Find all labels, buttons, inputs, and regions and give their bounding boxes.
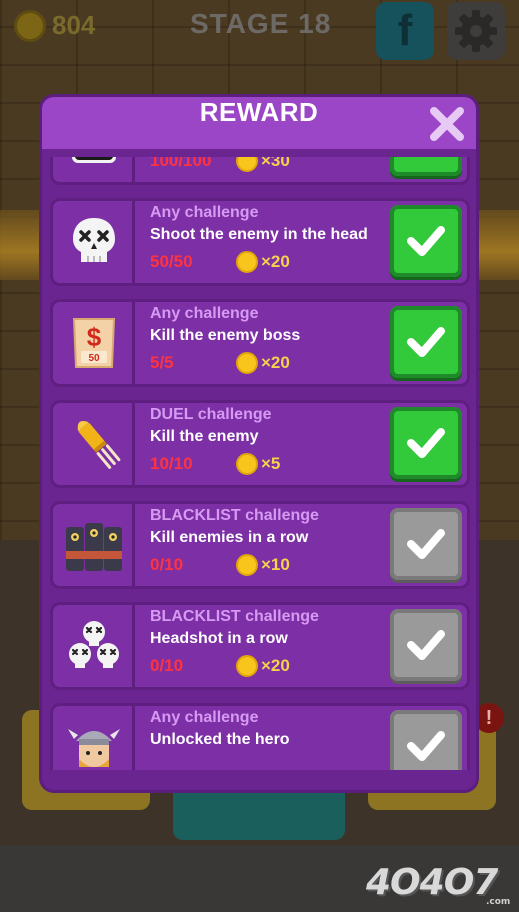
coin-icon <box>14 10 46 42</box>
claim-button[interactable] <box>390 407 462 479</box>
challenge-progress: 0/10 <box>150 555 184 574</box>
challenge-category: Any challenge <box>150 204 259 221</box>
challenge-row: $ 50 Any challenge Kill the enemy boss 5… <box>50 299 470 387</box>
close-button[interactable] <box>428 105 466 143</box>
top-hud: 804 STAGE 18 f <box>0 0 519 60</box>
watermark-logo: 4O4O7 <box>366 862 498 903</box>
coin-icon <box>236 655 258 677</box>
challenge-progress: 10/10 <box>150 454 193 473</box>
challenge-row: BLACKLIST challenge Headshot in a row 0/… <box>50 602 470 690</box>
svg-text:50: 50 <box>88 353 100 364</box>
challenge-reward: ×20 <box>236 655 290 677</box>
challenge-progress: 100/100 <box>150 157 212 170</box>
challenge-task: Kill enemies in a row <box>150 529 309 546</box>
challenge-row: BLACKLIST challenge Kill enemies in a ro… <box>50 501 470 589</box>
checkmark-icon <box>407 226 445 256</box>
challenge-icon-box <box>53 403 135 485</box>
skull-pile-icon <box>69 621 119 668</box>
claim-button[interactable] <box>390 157 462 176</box>
alert-badge: ! <box>474 703 504 733</box>
skull-icon <box>73 218 115 262</box>
masked-enemies-icon <box>66 523 122 571</box>
watermark-domain: .com <box>486 897 511 907</box>
challenge-task: Kill the enemy boss <box>150 327 301 344</box>
reward-amount: ×10 <box>261 555 290 574</box>
challenge-icon-box: $ 50 <box>53 302 135 384</box>
challenge-reward: ×10 <box>236 554 290 576</box>
coin-icon <box>236 554 258 576</box>
claim-button[interactable] <box>390 710 462 770</box>
challenge-category: BLACKLIST challenge <box>150 608 319 625</box>
challenge-progress: 5/5 <box>150 353 174 372</box>
challenge-task: Shoot the enemy in the head <box>150 226 368 243</box>
claim-button[interactable] <box>390 205 462 277</box>
challenge-task: Headshot in a row <box>150 630 288 647</box>
challenge-progress: 0/10 <box>150 656 184 675</box>
coin-icon <box>236 453 258 475</box>
challenge-category: Any challenge <box>150 709 259 726</box>
challenge-icon-box <box>53 504 135 586</box>
reward-amount: ×30 <box>261 157 290 170</box>
checkmark-icon <box>407 630 445 660</box>
challenge-icon-box <box>53 605 135 687</box>
close-icon <box>430 107 464 141</box>
reward-amount: ×20 <box>261 656 290 675</box>
checkmark-icon <box>407 731 445 761</box>
claim-button[interactable] <box>390 306 462 378</box>
reward-amount: ×20 <box>261 353 290 372</box>
challenge-reward: ×20 <box>236 352 290 374</box>
challenge-row: DUEL challenge Kill the enemy 10/10 ×5 <box>50 400 470 488</box>
claim-button[interactable] <box>390 609 462 681</box>
claim-button[interactable] <box>390 508 462 580</box>
challenge-category: Any challenge <box>150 305 259 322</box>
stage-label: STAGE 18 <box>190 8 332 39</box>
coin-icon <box>236 352 258 374</box>
mask-icon <box>72 157 116 163</box>
challenge-row: Any challenge Shoot the enemy in the hea… <box>50 198 470 286</box>
settings-button[interactable] <box>447 2 505 60</box>
challenge-reward: ×30 <box>236 157 290 172</box>
challenge-progress: 50/50 <box>150 252 193 271</box>
viking-hero-icon <box>68 729 120 767</box>
reward-dialog: REWARD 100/100 ×30 Any challenge Shoot t… <box>42 97 476 790</box>
challenge-row: 100/100 ×30 <box>50 157 470 185</box>
challenge-task: Unlocked the hero <box>150 731 290 748</box>
challenge-reward: ×20 <box>236 251 290 273</box>
gear-icon <box>455 10 497 52</box>
challenge-icon-box <box>53 201 135 283</box>
svg-text:$: $ <box>87 322 102 352</box>
challenge-category: BLACKLIST challenge <box>150 507 319 524</box>
bullet-icon <box>77 421 121 469</box>
checkmark-icon <box>407 428 445 458</box>
checkmark-icon <box>406 157 446 158</box>
challenge-icon-box <box>53 157 135 182</box>
challenge-row: Any challenge Unlocked the hero <box>50 703 470 770</box>
wanted-poster-icon: $ 50 <box>72 318 116 368</box>
challenge-list[interactable]: 100/100 ×30 Any challenge Shoot the enem… <box>50 157 470 770</box>
challenge-reward: ×5 <box>236 453 280 475</box>
coin-icon <box>236 157 258 172</box>
reward-amount: ×20 <box>261 252 290 271</box>
dialog-title: REWARD <box>199 97 319 127</box>
challenge-icon-box <box>53 706 135 770</box>
reward-amount: ×5 <box>261 454 281 473</box>
challenge-category: DUEL challenge <box>150 406 272 423</box>
checkmark-icon <box>407 529 445 559</box>
challenge-task: Kill the enemy <box>150 428 259 445</box>
checkmark-icon <box>407 327 445 357</box>
facebook-button[interactable]: f <box>376 2 434 60</box>
coin-balance: 804 <box>52 10 96 40</box>
coin-icon <box>236 251 258 273</box>
